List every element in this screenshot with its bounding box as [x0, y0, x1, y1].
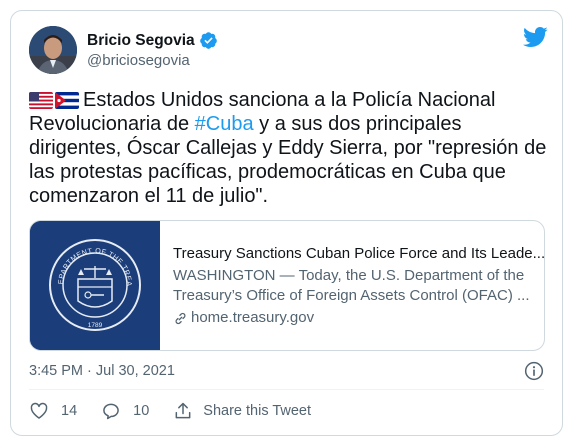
link-thumbnail: THE DEPARTMENT OF THE TREASURY 1789 — [30, 221, 160, 350]
share-label: Share this Tweet — [203, 403, 312, 419]
user-handle[interactable]: @briciosegovia — [87, 52, 190, 69]
share-button[interactable]: Share this Tweet — [173, 401, 311, 421]
link-domain: home.treasury.gov — [191, 309, 315, 326]
divider — [29, 389, 544, 390]
tweet-text: Estados Unidos sanciona a la Policía Nac… — [29, 88, 549, 208]
hashtag-link[interactable]: #Cuba — [195, 113, 254, 135]
verified-badge-icon — [199, 32, 217, 49]
display-name[interactable]: Bricio Segovia — [87, 32, 195, 50]
link-icon — [175, 312, 186, 324]
like-count: 14 — [61, 403, 78, 419]
treasury-seal-image: THE DEPARTMENT OF THE TREASURY 1789 — [30, 221, 160, 350]
tweet-card[interactable]: Bricio Segovia @briciosegovia Estados Un… — [10, 10, 563, 436]
us-flag-icon — [29, 92, 53, 109]
share-icon — [175, 402, 191, 419]
link-preview-card[interactable]: THE DEPARTMENT OF THE TREASURY 1789 Trea… — [29, 220, 545, 351]
svg-text:1789: 1789 — [88, 322, 103, 329]
cuba-flag-icon — [55, 92, 79, 109]
reply-button[interactable]: 10 — [101, 401, 149, 421]
like-button[interactable]: 14 — [29, 401, 77, 421]
reply-bubble-icon — [103, 403, 119, 420]
heart-icon — [30, 402, 48, 419]
link-title[interactable]: Treasury Sanctions Cuban Police Force an… — [173, 244, 544, 264]
avatar[interactable] — [29, 26, 77, 74]
info-icon[interactable] — [524, 361, 544, 381]
tweet-timestamp[interactable]: 3:45 PM · Jul 30, 2021 — [29, 363, 175, 379]
link-description: WASHINGTON — Today, the U.S. Department … — [173, 267, 530, 304]
twitter-bird-icon[interactable] — [522, 26, 548, 48]
reply-count: 10 — [133, 403, 150, 419]
